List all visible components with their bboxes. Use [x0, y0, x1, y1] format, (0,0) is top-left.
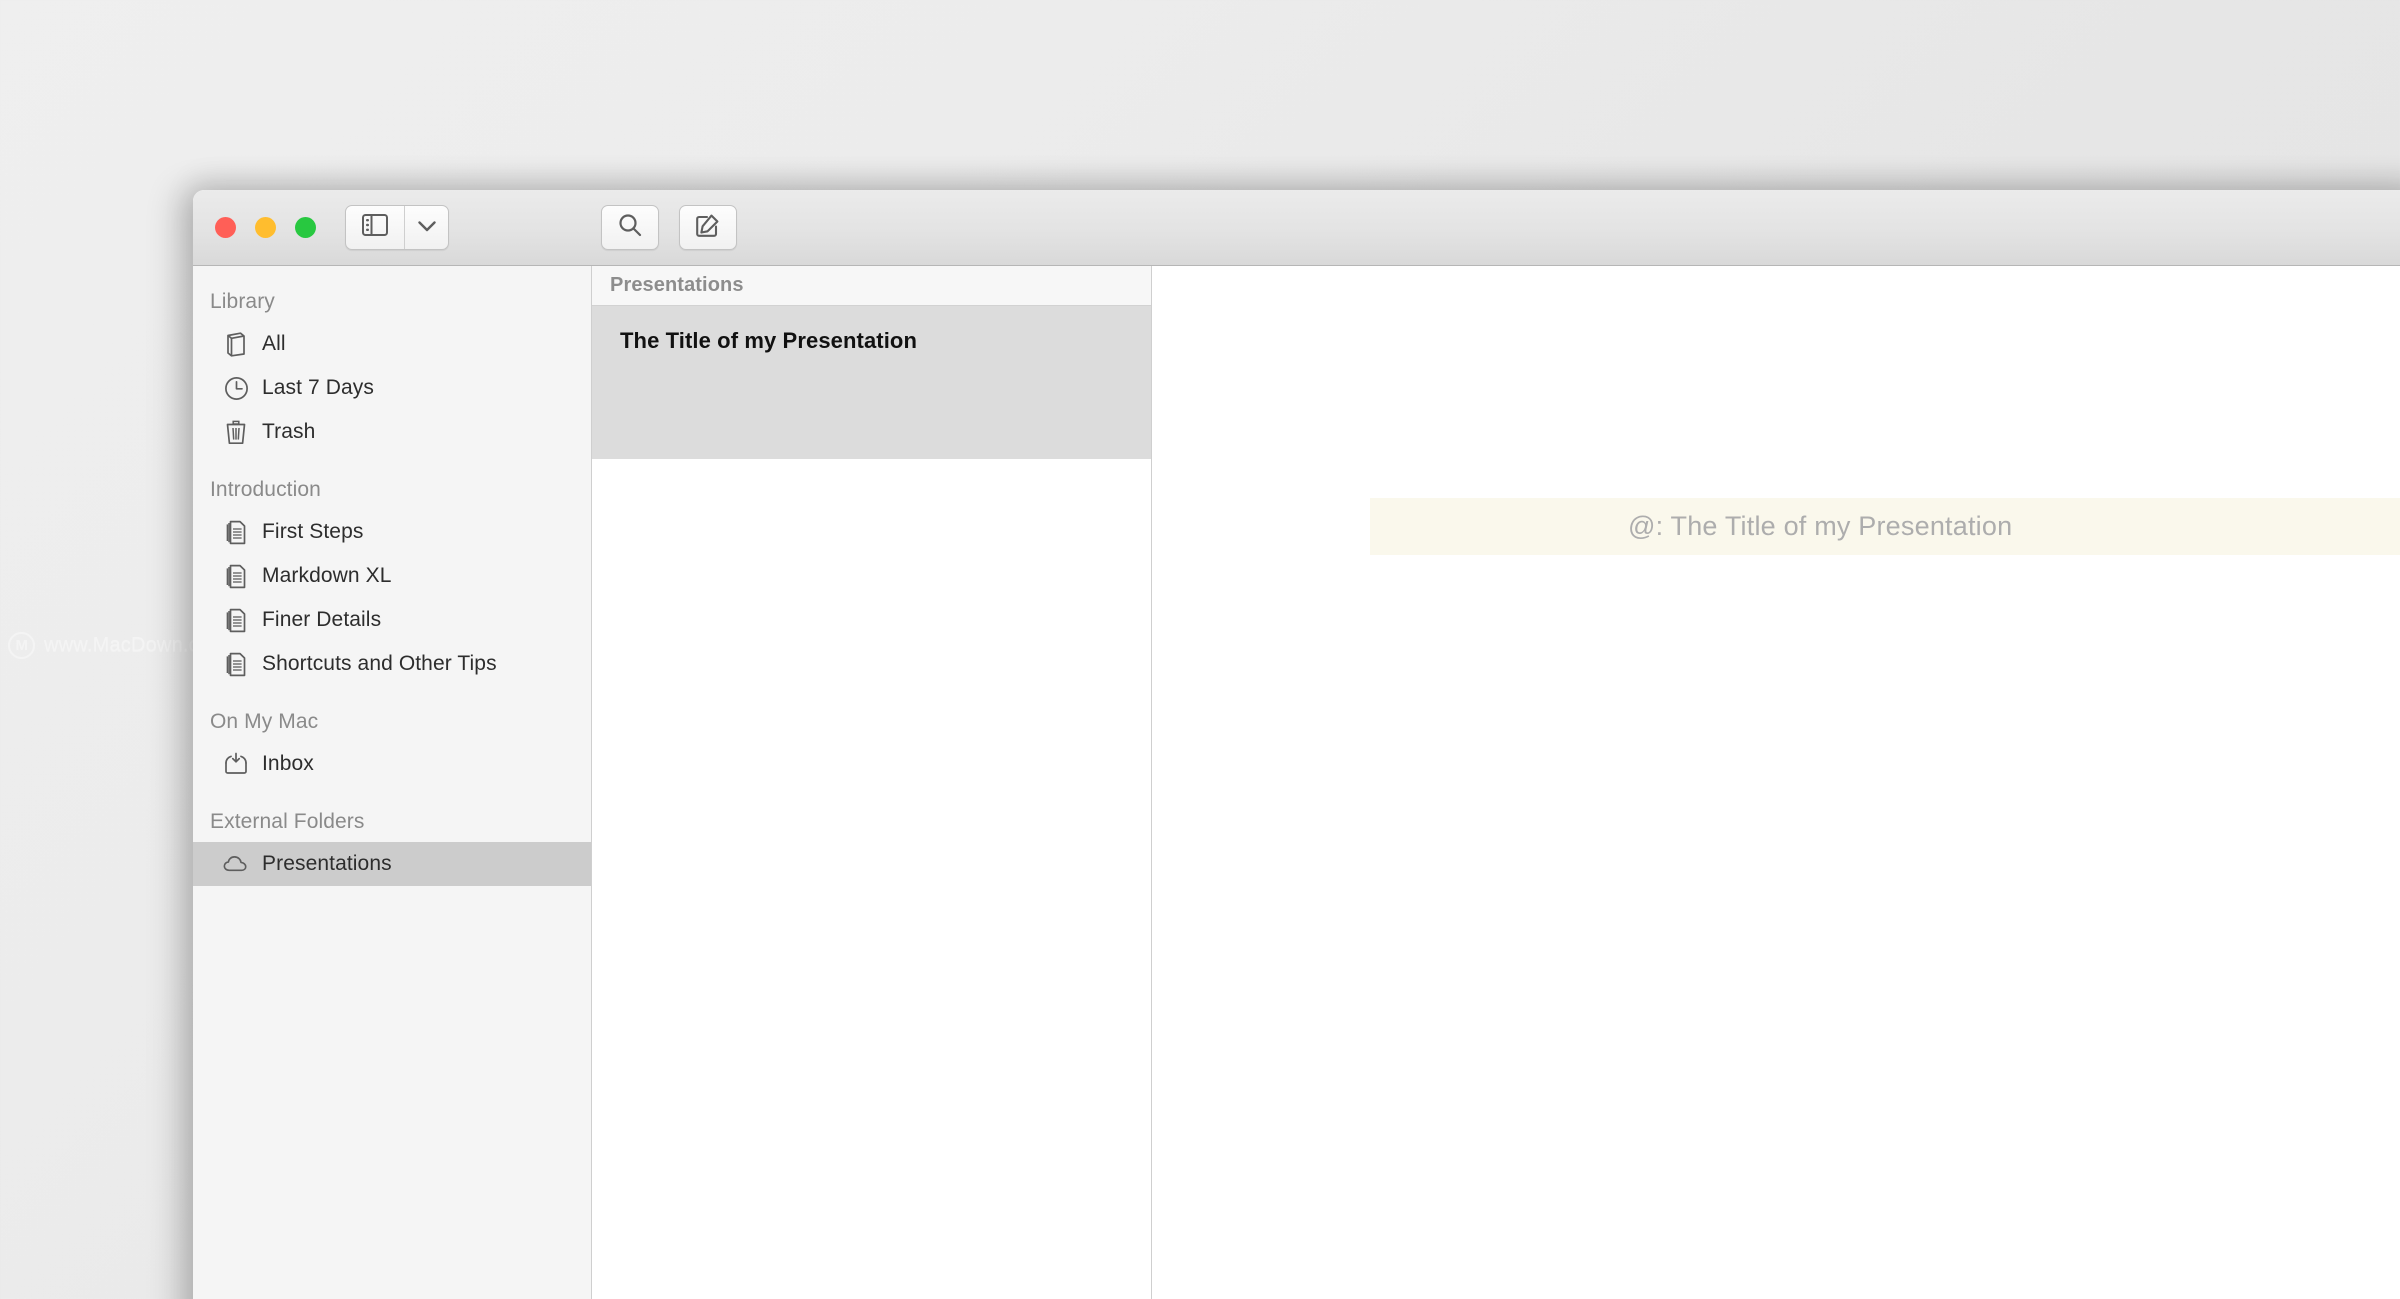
- compose-icon: [695, 212, 721, 243]
- note-list-column: Presentations The Title of my Presentati…: [592, 266, 1152, 1299]
- note-list-header-title: Presentations: [610, 274, 744, 296]
- sidebar-item-label: All: [262, 332, 286, 355]
- sidebar-item-all[interactable]: All: [193, 322, 591, 366]
- sidebar-item-presentations[interactable]: Presentations: [193, 842, 591, 886]
- zoom-button[interactable]: [295, 217, 316, 238]
- document-icon: [223, 651, 249, 677]
- sidebar-item-finer-details[interactable]: Finer Details: [193, 598, 591, 642]
- search-icon: [617, 212, 643, 243]
- sidebar-toggle-button[interactable]: [346, 206, 404, 249]
- window-toolbar: [193, 190, 2400, 266]
- sidebar-item-markdown-xl[interactable]: Markdown XL: [193, 554, 591, 598]
- sidebar: Library All Last 7 Days Trash Introducti…: [193, 266, 592, 1299]
- window-body: Library All Last 7 Days Trash Introducti…: [193, 266, 2400, 1299]
- sidebar-segmented-control: [345, 205, 449, 250]
- traffic-lights: [215, 217, 316, 238]
- document-icon: [223, 607, 249, 633]
- sidebar-section-external-folders: External Folders: [210, 810, 365, 833]
- sidebar-options-button[interactable]: [404, 206, 448, 249]
- sidebar-item-first-steps[interactable]: First Steps: [193, 510, 591, 554]
- compose-button[interactable]: [679, 205, 737, 250]
- sidebar-item-inbox[interactable]: Inbox: [193, 742, 591, 786]
- watermark-logo-icon: M: [8, 632, 35, 659]
- editor-pane[interactable]: @: The Title of my Presentation: [1152, 266, 2400, 1299]
- sidebar-item-label: First Steps: [262, 520, 364, 543]
- editor-line-text: @: The Title of my Presentation: [1628, 511, 2013, 541]
- clock-icon: [223, 375, 249, 401]
- sidebar-section-introduction: Introduction: [210, 478, 321, 501]
- sidebar-item-label: Trash: [262, 420, 316, 443]
- chevron-down-icon: [417, 219, 436, 237]
- note-list-item-title: The Title of my Presentation: [620, 328, 918, 353]
- sidebar-section-on-my-mac: On My Mac: [210, 710, 319, 733]
- sidebar-icon: [362, 214, 388, 241]
- sidebar-item-trash[interactable]: Trash: [193, 410, 591, 454]
- sidebar-item-label: Presentations: [262, 852, 392, 875]
- trash-icon: [223, 419, 249, 445]
- cloud-icon: [223, 851, 249, 877]
- document-icon: [223, 519, 249, 545]
- sidebar-item-label: Finer Details: [262, 608, 382, 631]
- sidebar-item-label: Inbox: [262, 752, 314, 775]
- sidebar-item-label: Last 7 Days: [262, 376, 374, 399]
- sidebar-item-last-7-days[interactable]: Last 7 Days: [193, 366, 591, 410]
- editor-highlighted-line[interactable]: @: The Title of my Presentation: [1370, 498, 2400, 555]
- sidebar-item-label: Shortcuts and Other Tips: [262, 652, 497, 675]
- book-icon: [223, 331, 249, 357]
- document-icon: [223, 563, 249, 589]
- note-list-item[interactable]: The Title of my Presentation: [592, 306, 1151, 459]
- note-list-header: Presentations: [592, 266, 1151, 306]
- sidebar-item-label: Markdown XL: [262, 564, 392, 587]
- sidebar-section-library: Library: [210, 290, 275, 313]
- minimize-button[interactable]: [255, 217, 276, 238]
- app-window: Library All Last 7 Days Trash Introducti…: [193, 190, 2400, 1299]
- close-button[interactable]: [215, 217, 236, 238]
- inbox-icon: [223, 751, 249, 777]
- sidebar-item-shortcuts-and-other-tips[interactable]: Shortcuts and Other Tips: [193, 642, 591, 686]
- search-button[interactable]: [601, 205, 659, 250]
